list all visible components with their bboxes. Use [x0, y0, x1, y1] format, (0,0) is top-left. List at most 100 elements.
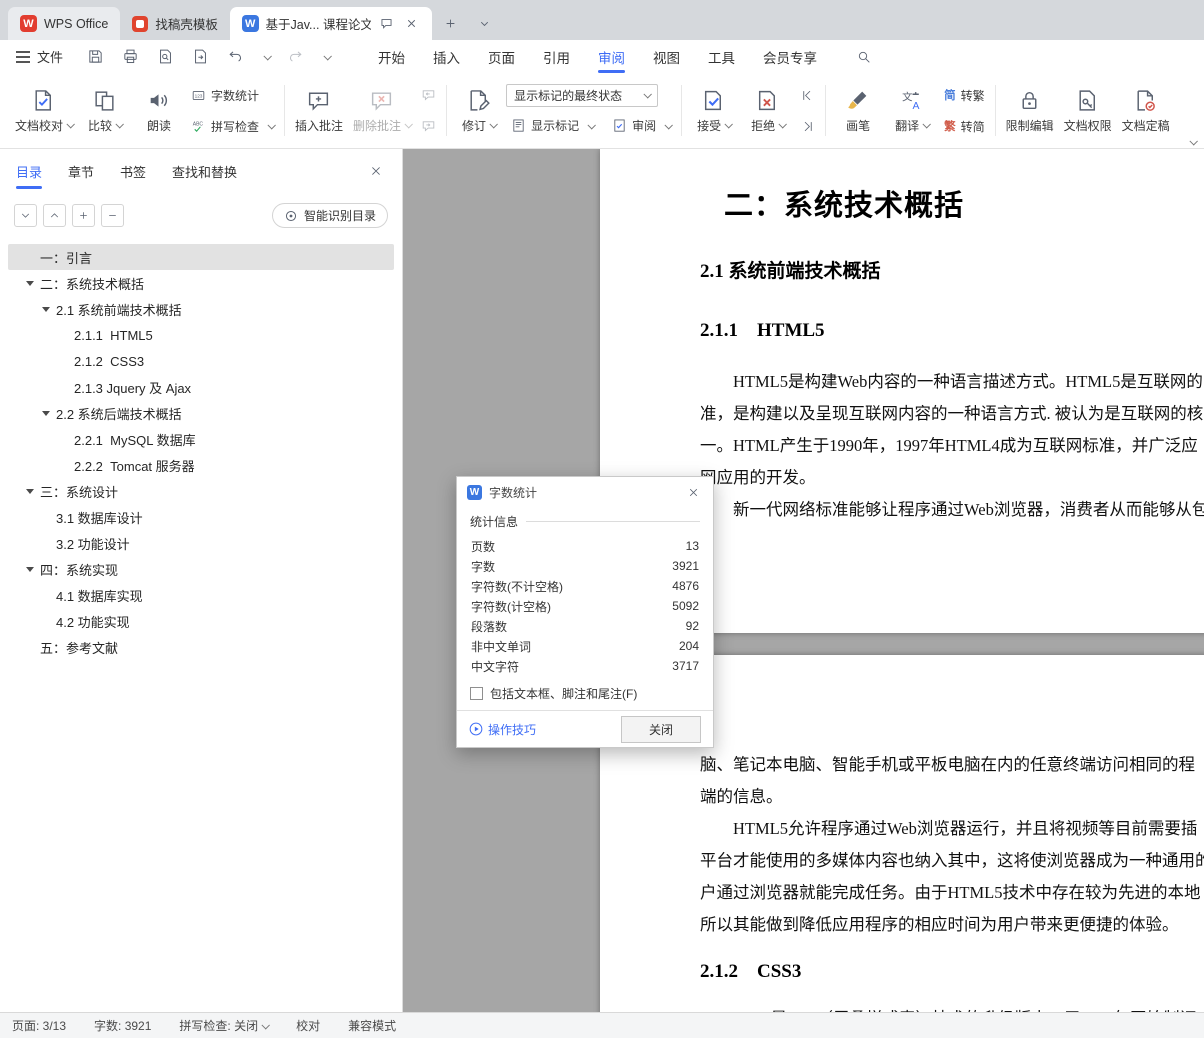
spell-check-button[interactable]: ABC 拼写检查 — [186, 114, 279, 138]
tab-home[interactable]: 开始 — [378, 40, 405, 73]
show-markup-button[interactable]: 显示标记 — [506, 114, 599, 138]
expand-arrow-icon[interactable] — [26, 488, 34, 494]
toc-item[interactable]: 四：系统实现 — [8, 556, 394, 582]
zoom-out-button[interactable] — [101, 204, 124, 227]
home-tab-label: WPS Office — [44, 16, 109, 31]
doc-permission-button[interactable]: 文档权限 — [1059, 78, 1117, 144]
play-circle-icon — [469, 722, 483, 736]
template-doc-tab[interactable]: 找稿壳模板 — [120, 7, 230, 40]
simplified-to-traditional-button[interactable]: 简 转繁 — [939, 83, 990, 107]
tab-page[interactable]: 页面 — [488, 40, 515, 73]
save-button[interactable] — [85, 47, 105, 67]
tab-reference[interactable]: 引用 — [543, 40, 570, 73]
markup-state-select[interactable]: 显示标记的最终状态 — [506, 83, 659, 107]
tab-close-icon[interactable] — [402, 15, 420, 33]
tab-insert[interactable]: 插入 — [433, 40, 460, 73]
tab-comment-icon[interactable] — [378, 15, 396, 33]
delete-comment-button[interactable]: 删除批注 — [348, 78, 416, 144]
export-button[interactable] — [190, 47, 210, 67]
doc-finalize-button[interactable]: 文档定稿 — [1117, 78, 1175, 144]
ribbon-collapse-icon[interactable] — [1189, 137, 1198, 146]
traditional-to-simplified-button[interactable]: 繁 转简 — [939, 114, 990, 138]
wps-home-tab[interactable]: W WPS Office — [8, 7, 121, 40]
toc-item[interactable]: 2.1.1 HTML5 — [8, 322, 394, 348]
new-tab-button[interactable] — [438, 10, 464, 36]
smart-identify-button[interactable]: 智能识别目录 — [271, 203, 388, 228]
file-menu-button[interactable]: 文件 — [16, 47, 63, 66]
accept-icon — [701, 88, 727, 114]
read-aloud-button[interactable]: 朗读 — [132, 78, 186, 144]
next-comment-button[interactable] — [416, 114, 441, 138]
toc-item[interactable]: 2.1.2 CSS3 — [8, 348, 394, 374]
compat-mode-indicator[interactable]: 兼容模式 — [348, 1017, 396, 1034]
close-pane-icon[interactable] — [366, 161, 386, 181]
dialog-title: 字数统计 — [489, 485, 538, 500]
reject-button[interactable]: 拒绝 — [741, 78, 795, 144]
toc-list: 一：引言 二：系统技术概括 2.1 系统前端技术概括 2.1.1 HTML5 2… — [0, 240, 402, 664]
toc-item[interactable]: 五：参考文献 — [8, 634, 394, 660]
toc-item[interactable]: 二：系统技术概括 — [8, 270, 394, 296]
insert-comment-button[interactable]: 插入批注 — [290, 78, 348, 144]
toc-item[interactable]: 4.1 数据库实现 — [8, 582, 394, 608]
word-count-indicator[interactable]: 字数: 3921 — [94, 1017, 151, 1034]
next-change-button[interactable] — [795, 114, 820, 138]
tab-find-replace[interactable]: 查找和替换 — [172, 162, 237, 181]
toc-item[interactable]: 2.1.3 Jquery 及 Ajax — [8, 374, 394, 400]
undo-button[interactable] — [225, 47, 245, 67]
tab-view[interactable]: 视图 — [653, 40, 680, 73]
close-button[interactable]: 关闭 — [621, 715, 701, 743]
accept-button[interactable]: 接受 — [687, 78, 741, 144]
expand-all-button[interactable] — [14, 204, 37, 227]
tab-chapters[interactable]: 章节 — [68, 162, 94, 181]
window-tabbar: W WPS Office 找稿壳模板 W 基于Jav... 课程论文 — [0, 0, 1204, 40]
toc-item[interactable]: 一：引言 — [8, 244, 394, 270]
proofread-button[interactable]: 文档校对 — [10, 78, 78, 144]
undo-caret-icon[interactable] — [263, 51, 272, 61]
tab-bookmarks[interactable]: 书签 — [120, 162, 146, 181]
simplified-icon: 简 — [944, 90, 956, 102]
toc-item[interactable]: 三：系统设计 — [8, 478, 394, 504]
active-document-tab[interactable]: W 基于Jav... 课程论文 — [229, 7, 432, 40]
toc-item[interactable]: 2.2 系统后端技术概括 — [8, 400, 394, 426]
checkbox[interactable] — [470, 687, 483, 700]
brush-button[interactable]: 画笔 — [831, 78, 885, 144]
restrict-edit-button[interactable]: 限制编辑 — [1001, 78, 1059, 144]
track-changes-button[interactable]: 修订 — [452, 78, 506, 144]
word-count-button[interactable]: 123 字数统计 — [186, 83, 279, 107]
tab-tools[interactable]: 工具 — [708, 40, 735, 73]
print-preview-button[interactable] — [155, 47, 175, 67]
review-pane-button[interactable]: 审阅 — [607, 114, 676, 138]
ribbon-divider — [994, 85, 996, 136]
tab-member[interactable]: 会员专享 — [763, 40, 817, 73]
spell-check-toggle[interactable]: 拼写检查: 关闭 — [179, 1017, 271, 1034]
toc-item[interactable]: 2.1 系统前端技术概括 — [8, 296, 394, 322]
translate-button[interactable]: 文A 翻译 — [885, 78, 939, 144]
redo-caret-icon[interactable] — [323, 51, 332, 61]
redo-button[interactable] — [285, 47, 305, 67]
proofread-toggle[interactable]: 校对 — [296, 1017, 320, 1034]
compare-button[interactable]: 比较 — [78, 78, 132, 144]
collapse-all-button[interactable] — [43, 204, 66, 227]
quick-access-toolbar — [85, 47, 332, 67]
tips-link[interactable]: 操作技巧 — [469, 721, 536, 738]
tab-list-button[interactable] — [472, 10, 498, 36]
expand-arrow-icon[interactable] — [26, 280, 34, 286]
toc-item[interactable]: 2.2.1 MySQL 数据库 — [8, 426, 394, 452]
print-button[interactable] — [120, 47, 140, 67]
expand-arrow-icon[interactable] — [42, 410, 50, 416]
page-indicator[interactable]: 页面: 3/13 — [12, 1017, 66, 1034]
tab-review[interactable]: 审阅 — [598, 40, 626, 73]
dialog-titlebar[interactable]: W 字数统计 — [457, 477, 713, 507]
toc-item[interactable]: 3.2 功能设计 — [8, 530, 394, 556]
tab-catalog[interactable]: 目录 — [16, 162, 43, 189]
previous-change-button[interactable] — [795, 83, 820, 107]
toc-item[interactable]: 3.1 数据库设计 — [8, 504, 394, 530]
dialog-close-icon[interactable] — [683, 482, 703, 502]
previous-comment-button[interactable] — [416, 83, 441, 107]
expand-arrow-icon[interactable] — [42, 306, 50, 312]
expand-arrow-icon[interactable] — [26, 566, 34, 572]
toc-item[interactable]: 2.2.2 Tomcat 服务器 — [8, 452, 394, 478]
toc-item[interactable]: 4.2 功能实现 — [8, 608, 394, 634]
search-icon[interactable] — [853, 46, 875, 68]
zoom-in-button[interactable] — [72, 204, 95, 227]
